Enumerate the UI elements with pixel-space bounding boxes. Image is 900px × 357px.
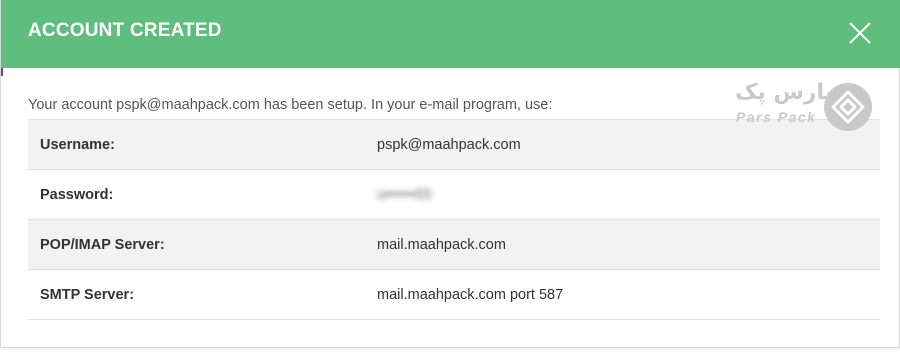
pop-imap-server-value: mail.maahpack.com: [377, 219, 880, 270]
dialog-header: ACCOUNT CREATED: [1, 0, 900, 68]
table-row: POP/IMAP Server: mail.maahpack.com: [28, 219, 880, 270]
dialog-title: ACCOUNT CREATED: [28, 20, 222, 41]
account-created-dialog: ACCOUNT CREATED Your account pspk@maahpa…: [0, 0, 900, 348]
pop-imap-server-label: POP/IMAP Server:: [28, 219, 377, 270]
smtp-server-label: SMTP Server:: [28, 269, 377, 320]
account-details-table: Username: pspk@maahpack.com Password: u•…: [28, 120, 880, 320]
table-row: Password: u••••••55: [28, 169, 880, 220]
watermark-text-fa: پارس پک: [735, 80, 833, 105]
table-row: SMTP Server: mail.maahpack.com port 587: [28, 269, 880, 320]
watermark-text-en: Pars Pack: [736, 109, 817, 125]
edge-marker: [1, 68, 3, 76]
parspack-watermark: پارس پک Pars Pack: [733, 80, 883, 132]
smtp-server-value: mail.maahpack.com port 587: [377, 269, 880, 320]
password-label: Password:: [28, 169, 377, 220]
close-icon[interactable]: [847, 20, 873, 46]
intro-text: Your account pspk@maahpack.com has been …: [28, 97, 553, 113]
password-obscured: u••••••55: [377, 186, 432, 203]
parspack-logo-icon: [823, 82, 873, 132]
password-value: u••••••55: [377, 169, 880, 220]
username-label: Username:: [28, 120, 377, 170]
